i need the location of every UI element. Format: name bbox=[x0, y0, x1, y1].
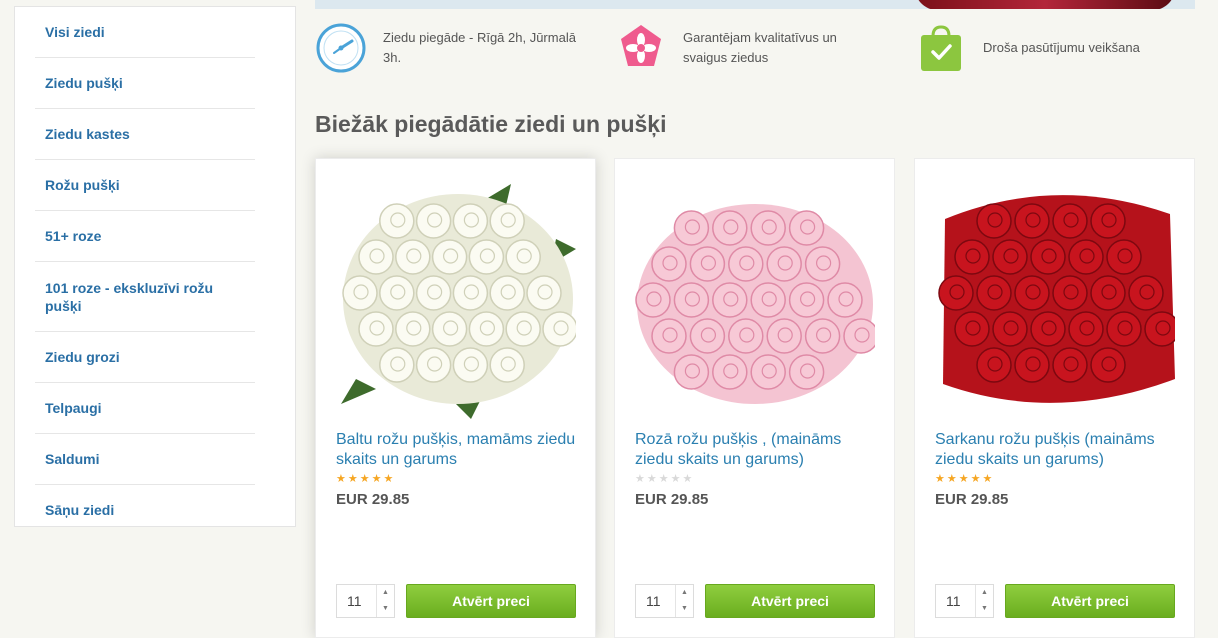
quantity-input[interactable] bbox=[636, 585, 676, 617]
star-icon: ★ bbox=[359, 473, 370, 485]
feature-quality: Garantējam kvalitatīvus un svaigus ziedu… bbox=[615, 22, 875, 74]
sidebar-item-ziedu-grozi[interactable]: Ziedu grozi bbox=[35, 332, 255, 383]
hero-banner-edge bbox=[315, 0, 1195, 9]
quantity-stepper[interactable]: ▲ ▼ bbox=[635, 584, 694, 618]
star-icon: ★ bbox=[670, 473, 681, 485]
star-icon: ★ bbox=[336, 473, 346, 485]
product-image-red-roses[interactable] bbox=[935, 179, 1175, 419]
open-product-button[interactable]: Atvērt preci bbox=[1005, 584, 1175, 618]
feature-quality-text: Garantējam kvalitatīvus un svaigus ziedu… bbox=[683, 30, 837, 65]
feature-delivery-text: Ziedu piegāde - Rīgā 2h, Jūrmalā 3h. bbox=[383, 30, 576, 65]
increment-arrow-icon[interactable]: ▲ bbox=[676, 585, 693, 601]
star-icon: ★ bbox=[982, 473, 993, 485]
feature-delivery: Ziedu piegāde - Rīgā 2h, Jūrmalā 3h. bbox=[315, 22, 605, 74]
star-icon: ★ bbox=[635, 473, 645, 485]
rating-stars: ★ ★ ★ ★ ★ bbox=[336, 473, 393, 485]
product-card: Sarkanu rožu pušķis (maināms ziedu skait… bbox=[914, 158, 1195, 638]
product-card: Baltu rožu pušķis, mamāms ziedu skaits u… bbox=[315, 158, 596, 638]
sidebar-item-ziedu-puski[interactable]: Ziedu pušķi bbox=[35, 58, 255, 109]
category-sidebar: Visi ziedi Ziedu pušķi Ziedu kastes Rožu… bbox=[14, 6, 296, 527]
sidebar-item-sanu-ziedi[interactable]: Sāņu ziedi bbox=[35, 485, 255, 526]
product-title[interactable]: Rozā rožu pušķis , (maināms ziedu skaits… bbox=[635, 430, 880, 470]
product-price: EUR 29.85 bbox=[935, 491, 1009, 508]
sidebar-item-ziedu-kastes[interactable]: Ziedu kastes bbox=[35, 109, 255, 160]
star-icon: ★ bbox=[347, 473, 358, 485]
star-icon: ★ bbox=[682, 473, 693, 485]
sidebar-item-rozu-puski[interactable]: Rožu pušķi bbox=[35, 160, 255, 211]
decrement-arrow-icon[interactable]: ▼ bbox=[377, 601, 394, 617]
hero-flower-image bbox=[915, 0, 1175, 9]
star-icon: ★ bbox=[371, 473, 382, 485]
star-icon: ★ bbox=[935, 473, 945, 485]
open-product-button[interactable]: Atvērt preci bbox=[406, 584, 576, 618]
sidebar-item-51-roze[interactable]: 51+ roze bbox=[35, 211, 255, 262]
increment-arrow-icon[interactable]: ▲ bbox=[377, 585, 394, 601]
feature-secure: Droša pasūtījumu veikšana bbox=[915, 22, 1195, 74]
product-price: EUR 29.85 bbox=[635, 491, 709, 508]
product-image-pink-roses[interactable] bbox=[635, 179, 875, 419]
product-title[interactable]: Sarkanu rožu pušķis (maināms ziedu skait… bbox=[935, 430, 1180, 470]
product-grid: Baltu rožu pušķis, mamāms ziedu skaits u… bbox=[315, 158, 1195, 638]
sidebar-item-saldumi[interactable]: Saldumi bbox=[35, 434, 255, 485]
clock-icon bbox=[316, 23, 366, 73]
product-card: Rozā rožu pušķis , (maināms ziedu skaits… bbox=[614, 158, 895, 638]
increment-arrow-icon[interactable]: ▲ bbox=[976, 585, 993, 601]
quantity-input[interactable] bbox=[337, 585, 377, 617]
star-icon: ★ bbox=[383, 473, 394, 485]
product-image-white-roses[interactable] bbox=[336, 179, 576, 419]
star-icon: ★ bbox=[646, 473, 657, 485]
star-icon: ★ bbox=[658, 473, 669, 485]
sidebar-item-visi-ziedi[interactable]: Visi ziedi bbox=[35, 7, 255, 58]
product-price: EUR 29.85 bbox=[336, 491, 410, 508]
decrement-arrow-icon[interactable]: ▼ bbox=[676, 601, 693, 617]
features-row: Ziedu piegāde - Rīgā 2h, Jūrmalā 3h. Gar… bbox=[315, 22, 1195, 82]
rating-stars: ★ ★ ★ ★ ★ bbox=[635, 473, 692, 485]
decrement-arrow-icon[interactable]: ▼ bbox=[976, 601, 993, 617]
star-icon: ★ bbox=[946, 473, 957, 485]
sidebar-item-telpaugi[interactable]: Telpaugi bbox=[35, 383, 255, 434]
open-product-button[interactable]: Atvērt preci bbox=[705, 584, 875, 618]
rating-stars: ★ ★ ★ ★ ★ bbox=[935, 473, 992, 485]
sidebar-item-101-roze[interactable]: 101 roze - ekskluzīvi rožu pušķi bbox=[35, 262, 255, 332]
quantity-stepper[interactable]: ▲ ▼ bbox=[336, 584, 395, 618]
star-icon: ★ bbox=[970, 473, 981, 485]
shopping-bag-check-icon bbox=[921, 25, 961, 71]
section-title: Biežāk piegādātie ziedi un pušķi bbox=[315, 111, 667, 137]
star-icon: ★ bbox=[958, 473, 969, 485]
quantity-stepper[interactable]: ▲ ▼ bbox=[935, 584, 994, 618]
feature-secure-text: Droša pasūtījumu veikšana bbox=[983, 40, 1140, 55]
quantity-input[interactable] bbox=[936, 585, 976, 617]
product-title[interactable]: Baltu rožu pušķis, mamāms ziedu skaits u… bbox=[336, 430, 581, 470]
flower-icon bbox=[621, 25, 661, 66]
